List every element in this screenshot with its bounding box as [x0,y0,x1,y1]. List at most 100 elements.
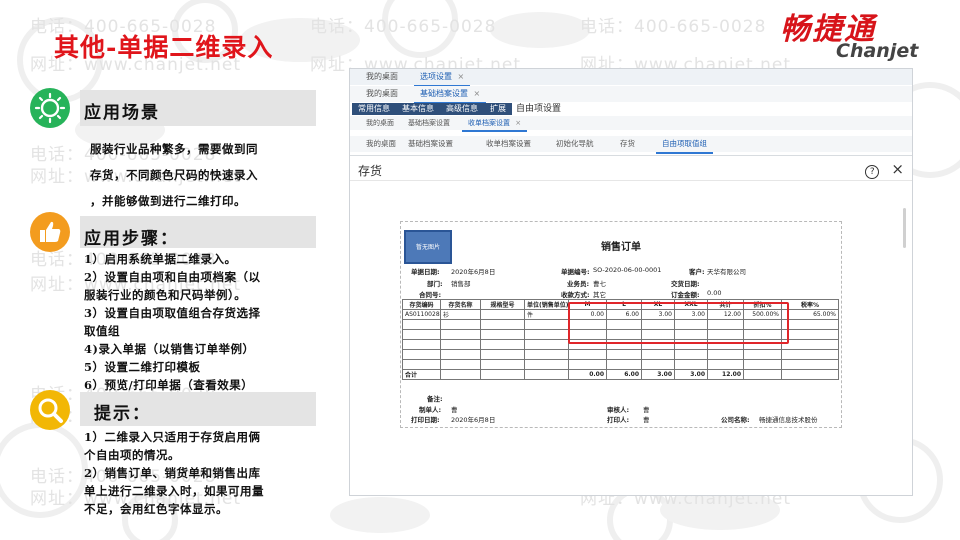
tab-my-desktop[interactable]: 我的桌面 [360,69,404,85]
maker-value: 曹 [451,406,458,414]
salesman-value: 曹七 [593,280,606,288]
company-label: 公司名称: [721,416,750,424]
tab-my-desktop[interactable]: 我的桌面 [360,116,400,130]
tab-common-info[interactable]: 常用信息 [352,103,396,115]
customer-label: 客户: [689,268,705,276]
grid-cell: 存货名称 [440,299,481,310]
order-title: 销售订单 [601,242,641,253]
tab-free-item-setting[interactable]: 自由项设置 [510,103,567,115]
grid-cell [402,329,441,340]
grid-cell [402,349,441,360]
tab-my-desktop[interactable]: 我的桌面 [360,86,404,102]
grid-cell: 6.00 [606,369,642,380]
grid-cell [606,349,642,360]
close-icon[interactable]: × [891,160,904,178]
tips-line: 单上进行二维录入时，如果可用量 [84,484,264,498]
brand-logo-en: Chanjet [836,40,919,62]
grid-cell [480,309,525,320]
tab-extension[interactable]: 扩展 [484,103,512,115]
grid-cell [524,359,569,370]
grid-cell [524,339,569,350]
grid-cell [743,369,782,380]
tips-title: 提示： [94,404,151,424]
tab-inventory[interactable]: 存货 [614,136,641,152]
dialog-divider [350,180,912,181]
dialog-controls: ? × [865,160,904,179]
scenario-title: 应用场景 [84,103,160,123]
grid-cell [440,319,481,330]
grid-cell [480,349,525,360]
grid-cell [781,319,839,330]
grid-cell [781,359,839,370]
tab-advanced-info[interactable]: 高级信息 [440,103,484,115]
inventory-dialog: 存货 ? × 暂无图片 销售订单 单据日期: 2020年6月8日 单据编号: S… [350,155,912,495]
scenario-text: 服装行业品种繁多，需要做到同 存货，不同颜色尺码的快速录入 ，并能够做到进行二维… [90,136,258,214]
steps-line: 服装行业的颜色和尺码举例）。 [84,288,247,302]
tab-my-desktop[interactable]: 我的桌面 [360,136,402,152]
steps-line: 3）设置自由项取值组合存货选择 [84,306,261,320]
dialog-scrollbar[interactable] [903,208,906,248]
order-no-value: SO-2020-06-00-0001 [593,266,662,274]
grid-cell [568,349,607,360]
grid-cell [707,349,744,360]
salesman-label: 业务员: [567,280,590,288]
scenario-line: 服装行业品种繁多，需要做到同 [90,142,258,156]
grid-cell [641,349,675,360]
auditor-value: 曹 [643,406,650,414]
tab-basic-archive[interactable]: 基础档案设置 [402,116,456,130]
grid-cell [480,359,525,370]
grid-cell: 12.00 [707,369,744,380]
tab-options[interactable]: 选项设置 × [414,69,471,87]
close-icon[interactable]: × [474,89,481,98]
size-columns-highlight [568,302,789,344]
grid-cell: 税率% [781,299,839,310]
software-screenshot: 我的桌面 选项设置 × 我的桌面 基础档案设置 × 常用信息 基本信息 高级信息… [349,68,913,496]
collect-value: 其它 [593,291,606,299]
grid-cell: 3.00 [674,369,708,380]
grid-cell: 合计 [402,369,441,380]
tab-row-5: 我的桌面 基础档案设置 收单档案设置 初始化导航 存货 自由项取值组 [350,136,912,154]
grid-cell [480,339,525,350]
grid-cell [402,359,441,370]
grid-cell [524,329,569,340]
grid-cell [402,339,441,350]
grid-cell [781,349,839,360]
tab-row-3: 常用信息 基本信息 高级信息 扩展 自由项设置 [350,103,912,115]
tips-text: 1）二维录入只适用于存货启用俩 个自由项的情况。 2）销售订单、销货单和销售出库… [84,428,264,518]
tips-line: 2）销售订单、销货单和销售出库 [84,466,261,480]
grid-cell [480,319,525,330]
tips-line: 个自由项的情况。 [84,448,180,462]
thumbs-up-icon [30,212,70,252]
deposit-value: 0.00 [707,289,722,297]
close-icon[interactable]: × [458,72,465,81]
tab-free-item-combo[interactable]: 自由项取值组 [656,136,713,154]
tab-basic-archive[interactable]: 基础档案设置 × [414,86,487,104]
grid-cell: AS0110028 [402,309,441,320]
help-icon[interactable]: ? [865,165,880,179]
tab-receipt-archive-label: 收单档案设置 [468,119,510,127]
grid-cell [568,359,607,370]
grid-cell: 3.00 [641,369,675,380]
magnifier-icon [30,390,70,430]
grid-cell [524,349,569,360]
grid-cell [781,369,839,380]
scenario-line: ，并能够做到进行二维打印。 [90,194,246,208]
tab-init-guide[interactable]: 初始化导航 [550,136,600,152]
grid-cell [524,319,569,330]
grid-cell [402,319,441,330]
tab-basic-archive[interactable]: 基础档案设置 [402,136,459,152]
grid-cell [440,349,481,360]
tab-receipt-archive[interactable]: 收单档案设置 [480,136,537,152]
remark-label: 备注: [427,395,443,403]
grid-cell [480,329,525,340]
tab-basic-info[interactable]: 基本信息 [396,103,440,115]
delivery-label: 交货日期: [671,280,700,288]
tab-row-2: 我的桌面 基础档案设置 × [350,86,912,104]
close-icon[interactable]: × [515,119,521,127]
order-no-label: 单据编号: [561,268,590,276]
grid-cell: 件 [524,309,569,320]
grid-cell [440,369,481,380]
tab-row-4: 我的桌面 基础档案设置 收单档案设置 × [350,116,912,132]
tab-receipt-archive[interactable]: 收单档案设置 × [462,116,528,132]
steps-line: 1）启用系统单据二维录入。 [84,252,237,266]
